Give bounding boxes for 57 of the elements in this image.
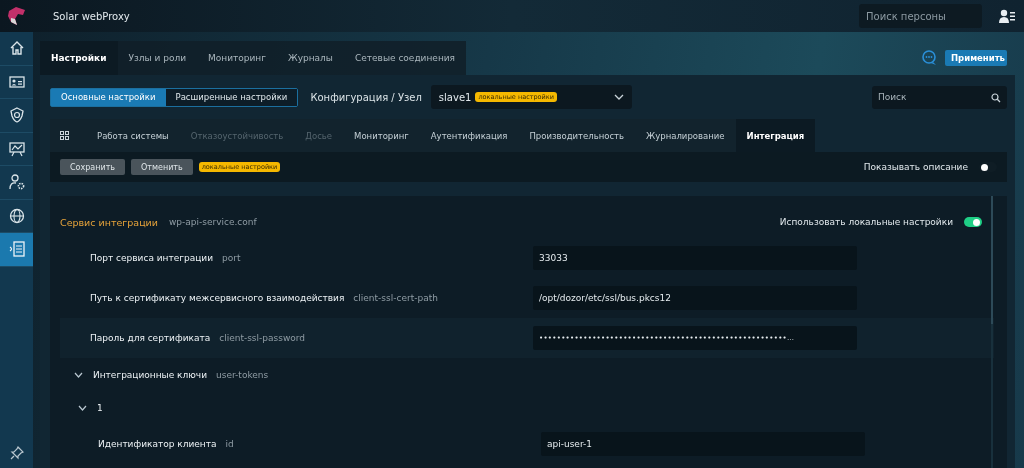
chevron-icon[interactable] — [74, 371, 83, 378]
config-file-name: wp-api-service.conf — [168, 217, 257, 227]
field-label: Идентификатор клиента — [98, 439, 217, 449]
field-label: Путь к сертификату межсервисного взаимодействия — [90, 293, 345, 303]
field-label: Пароль для сертификата — [90, 333, 211, 343]
config-label: Конфигурация / Узел — [310, 91, 422, 103]
input-field[interactable]: 33033 — [533, 246, 857, 270]
logo-icon — [5, 5, 28, 27]
sidebar-item[interactable] — [0, 233, 33, 267]
id-card-icon — [8, 73, 25, 90]
presentation-icon — [8, 140, 25, 157]
shield-icon — [8, 107, 25, 124]
input-field[interactable]: api-user-1 — [541, 432, 865, 456]
tab[interactable]: Журналы — [277, 41, 344, 75]
home-icon — [8, 40, 25, 57]
field-key: port — [222, 253, 241, 263]
segment-button[interactable]: Основные настройки — [51, 88, 166, 106]
user-gear-icon — [8, 174, 25, 191]
search-icon — [991, 92, 1001, 103]
section-title: Сервис интеграции — [60, 216, 158, 228]
grid-icon — [60, 131, 69, 140]
group-label: 1 — [97, 402, 103, 413]
save-button[interactable]: Сохранить — [60, 159, 125, 175]
toggle-label: Показывать описание — [863, 162, 968, 172]
chat-icon[interactable] — [921, 50, 939, 66]
apply-button[interactable]: Применить — [945, 50, 1007, 66]
tab[interactable]: Мониторинг — [343, 119, 420, 152]
caret-icon — [613, 94, 624, 100]
user-menu-icon[interactable] — [999, 9, 1015, 23]
app-title: Solar webProxy — [53, 10, 130, 22]
tab[interactable]: Интеграция — [735, 119, 816, 152]
scrollbar[interactable] — [991, 196, 993, 468]
tab[interactable]: Журналирование — [635, 119, 736, 152]
field-key: id — [225, 439, 234, 449]
tab[interactable]: Мониторинг — [197, 41, 277, 75]
segment-button[interactable]: Расширенные настройки — [165, 88, 298, 106]
cancel-button[interactable]: Отменить — [131, 159, 193, 175]
tab[interactable]: Сетевые соединения — [344, 41, 467, 75]
tab[interactable]: Настройки — [40, 41, 118, 75]
field-label: Порт сервиса интеграции — [90, 253, 214, 263]
toggle-label: Использовать локальные настройки — [779, 217, 953, 227]
document-icon — [8, 241, 25, 258]
group-label: Интеграционные ключи — [93, 369, 208, 380]
field-key: user-tokens — [216, 369, 269, 380]
search-field[interactable]: Поиск — [872, 85, 1007, 109]
pin-icon[interactable] — [9, 446, 24, 460]
globe-icon — [8, 207, 25, 224]
use-local-settings-toggle[interactable] — [964, 217, 982, 227]
chevron-icon[interactable] — [78, 404, 87, 411]
tab[interactable]: Работа системы — [86, 119, 180, 152]
field-key: client-ssl-cert-path — [353, 293, 438, 303]
person-search-field[interactable]: Поиск персоны — [859, 4, 982, 28]
tab[interactable]: Узлы и роли — [117, 41, 198, 75]
field-key: client-ssl-password — [219, 333, 306, 343]
tab[interactable]: Производительность — [518, 119, 636, 152]
input-field[interactable]: /opt/dozor/etc/ssl/bus.pkcs12 — [533, 286, 857, 310]
tab[interactable]: Аутентификация — [419, 119, 519, 152]
